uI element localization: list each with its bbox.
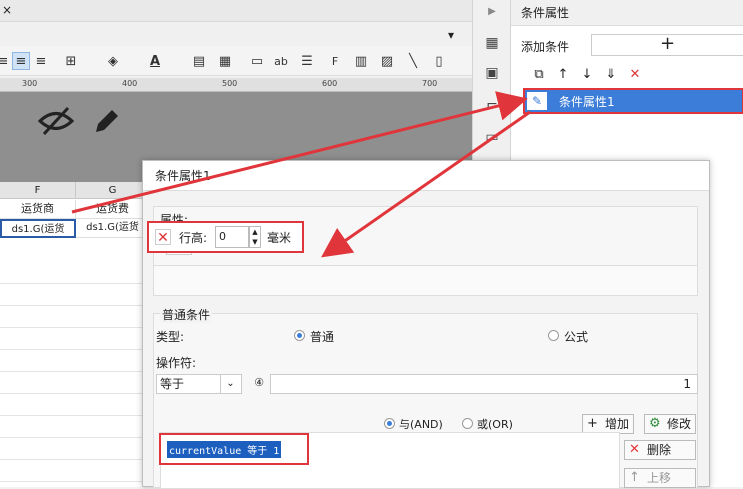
arrow-to-condition-item <box>71 91 528 214</box>
annotation-arrows <box>71 91 531 258</box>
arrow-to-row-height <box>321 110 531 258</box>
